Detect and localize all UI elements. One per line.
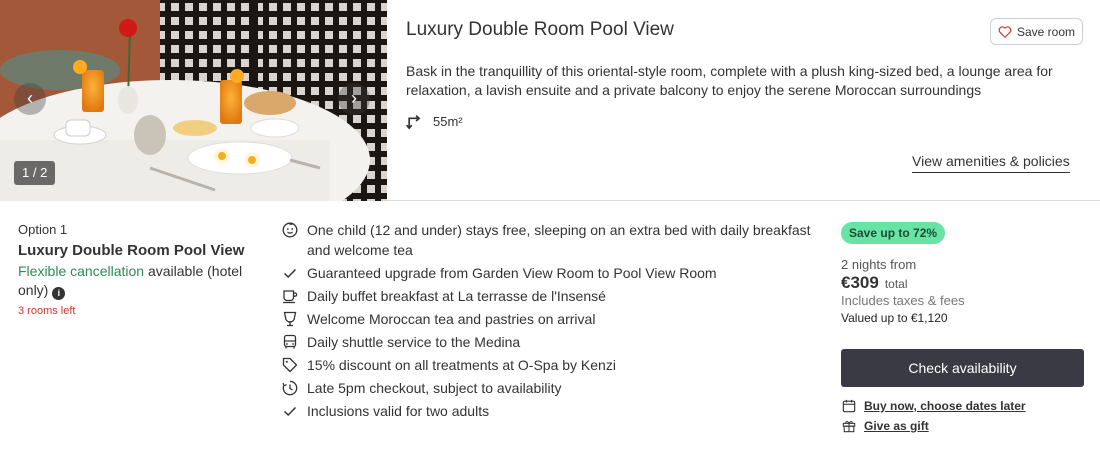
check-icon [281,263,299,283]
photo-counter: 1 / 2 [14,161,56,185]
price-value: €309 [841,273,879,292]
benefit-item: Guaranteed upgrade from Garden View Room… [281,263,821,283]
option-label: Option 1 [18,222,68,237]
clock-icon [281,378,299,398]
benefit-item: Daily buffet breakfast at La terrasse de… [281,286,821,306]
gift-icon [842,421,856,433]
breakfast-table-photo [0,0,387,201]
benefit-text: Guaranteed upgrade from Garden View Room… [307,265,717,281]
check-icon [281,401,299,421]
coffee-cup-icon [281,286,299,306]
benefit-text: Daily shuttle service to the Medina [307,334,521,350]
benefit-text: Late 5pm checkout, subject to availabili… [307,380,562,396]
option-title: Luxury Double Room Pool View [18,242,245,259]
price-total-label: total [884,277,908,291]
give-as-gift-link[interactable]: Give as gift [842,419,929,433]
tag-icon [281,355,299,375]
info-icon[interactable]: i [52,287,66,300]
benefit-item: Welcome Moroccan tea and pastries on arr… [281,309,821,329]
buy-now-link[interactable]: Buy now, choose dates later [842,399,1026,413]
benefits-list: One child (12 and under) stays free, sle… [281,220,821,424]
glass-icon [281,309,299,329]
check-availability-button[interactable]: Check availability [841,349,1084,387]
flexible-cancellation-text: Flexible cancellation [18,263,145,279]
child-face-icon [281,220,299,240]
save-room-label: Save room [1016,24,1076,39]
rooms-left-notice: 3 rooms left [18,305,76,317]
room-title: Luxury Double Room Pool View [406,19,674,40]
bus-icon [281,332,299,352]
next-photo-button[interactable]: › [338,83,370,115]
benefit-text: One child (12 and under) stays free, sle… [307,222,811,258]
discount-badge: Save up to 72% [841,222,946,244]
room-size-value: 55m² [433,114,463,129]
price-row: €309 total [841,273,908,293]
prev-photo-button[interactable]: ‹ [14,83,46,115]
room-photo-gallery[interactable]: ‹ › 1 / 2 [0,0,387,201]
heart-icon [998,25,1012,38]
cancellation-policy: Flexible cancellation available (hotel o… [18,262,258,300]
benefit-text: Welcome Moroccan tea and pastries on arr… [307,311,596,327]
benefit-text: Daily buffet breakfast at La terrasse de… [307,288,606,304]
benefit-text: Inclusions valid for two adults [307,403,490,419]
room-size: 55m² [406,113,463,130]
give-as-gift-label: Give as gift [864,419,929,433]
calendar-icon [842,399,856,413]
room-description: Bask in the tranquillity of this orienta… [406,63,1053,98]
nights-label: 2 nights from [841,257,917,272]
benefit-text: 15% discount on all treatments at O-Spa … [307,357,616,373]
buy-now-label: Buy now, choose dates later [864,399,1026,413]
benefit-item: 15% discount on all treatments at O-Spa … [281,355,821,375]
benefit-item: Daily shuttle service to the Medina [281,332,821,352]
valued-note: Valued up to €1,120 [841,311,948,325]
room-header: ‹ › 1 / 2 Luxury Double Room Pool View S… [0,0,1100,201]
taxes-note: Includes taxes & fees [841,293,965,308]
view-amenities-link[interactable]: View amenities & policies [912,153,1070,173]
save-room-button[interactable]: Save room [990,18,1083,45]
benefit-item: Inclusions valid for two adults [281,401,821,421]
benefit-item: Late 5pm checkout, subject to availabili… [281,378,821,398]
benefit-item: One child (12 and under) stays free, sle… [281,220,821,260]
resize-arrows-icon [406,115,421,130]
